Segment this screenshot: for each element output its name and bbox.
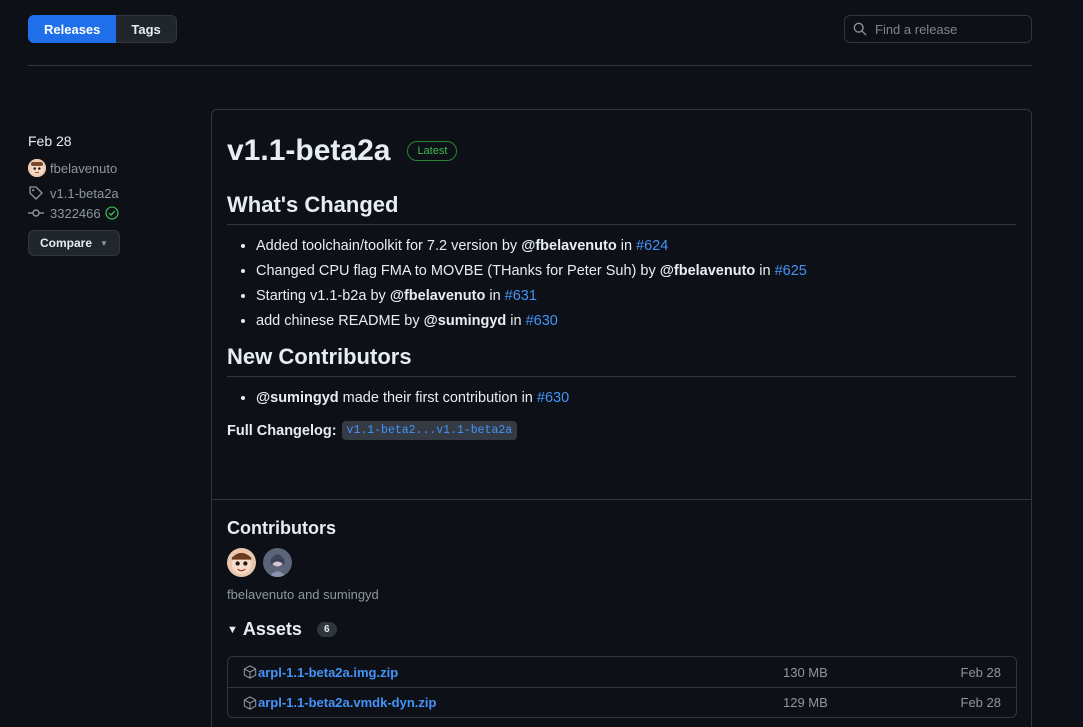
pr-link[interactable]: #630	[537, 390, 569, 406]
asset-link[interactable]: arpl-1.1-beta2a.img.zip	[258, 665, 783, 680]
compare-button[interactable]: Compare ▼	[28, 230, 120, 256]
tab-releases[interactable]: Releases	[28, 15, 117, 43]
avatar[interactable]	[263, 548, 292, 577]
list-item: Added toolchain/toolkit for 7.2 version …	[256, 237, 1016, 255]
full-changelog-label: Full Changelog:	[227, 422, 337, 439]
asset-size: 130 MB	[783, 664, 828, 680]
commit-row[interactable]: 3322466	[28, 205, 198, 221]
asset-size: 129 MB	[783, 695, 828, 710]
triangle-down-icon: ▼	[227, 623, 238, 636]
divider	[28, 65, 1032, 66]
contributor-names: fbelavenuto and sumingyd	[227, 587, 379, 602]
commit-link[interactable]: 3322466	[50, 206, 101, 221]
new-contributors-list: @sumingyd made their first contribution …	[227, 389, 1016, 407]
author-avatar[interactable]	[28, 159, 46, 177]
latest-badge: Latest	[407, 141, 458, 161]
list-item: Changed CPU flag FMA to MOVBE (THanks fo…	[256, 262, 1016, 280]
assets-toggle[interactable]: ▼ Assets 6	[227, 619, 1017, 640]
asset-row: arpl-1.1-beta2a.vmdk-dyn.zip 129 MB Feb …	[228, 687, 1016, 717]
asset-date: Feb 28	[960, 664, 1001, 680]
author-link[interactable]: fbelavenuto	[50, 161, 117, 176]
assets-list: arpl-1.1-beta2a.img.zip 130 MB Feb 28 ar…	[227, 656, 1017, 718]
search-input[interactable]	[875, 21, 1025, 37]
user-mention[interactable]: @sumingyd	[424, 313, 507, 329]
search-box[interactable]	[844, 15, 1032, 43]
release-card: v1.1-beta2a Latest What's Changed Added …	[211, 109, 1032, 727]
package-icon	[243, 695, 257, 710]
pr-link[interactable]: #631	[505, 288, 537, 304]
tab-tags[interactable]: Tags	[116, 15, 177, 43]
full-changelog-link[interactable]: v1.1-beta2...v1.1-beta2a	[341, 421, 518, 440]
changes-list: Added toolchain/toolkit for 7.2 version …	[227, 237, 1016, 330]
full-changelog: Full Changelog: v1.1-beta2...v1.1-beta2a	[227, 421, 1016, 440]
user-mention[interactable]: @sumingyd	[256, 390, 339, 406]
compare-label: Compare	[40, 236, 93, 250]
list-item: Starting v1.1-b2a by @fbelavenuto in #63…	[256, 287, 1016, 305]
assets-heading: Assets	[242, 619, 302, 639]
search-icon	[853, 22, 867, 36]
release-meta: Feb 28 fbelavenuto v1.1-beta2a 3322466 C…	[28, 133, 198, 256]
asset-row: arpl-1.1-beta2a.img.zip 130 MB Feb 28	[228, 657, 1016, 687]
list-item: @sumingyd made their first contribution …	[256, 389, 1016, 407]
user-mention[interactable]: @fbelavenuto	[390, 288, 486, 304]
release-date: Feb 28	[28, 133, 72, 149]
asset-link[interactable]: arpl-1.1-beta2a.vmdk-dyn.zip	[258, 695, 783, 710]
commit-icon	[28, 209, 44, 217]
chevron-down-icon: ▼	[100, 238, 108, 248]
divider	[212, 499, 1031, 500]
contributors-heading: Contributors	[227, 518, 336, 538]
package-icon	[243, 665, 257, 679]
contributor-avatars	[227, 548, 1017, 577]
verified-check-icon[interactable]	[105, 206, 119, 220]
pr-link[interactable]: #625	[775, 263, 807, 279]
tag-icon	[29, 186, 43, 200]
contributors-section: Contributors fbelavenuto and sumingyd ▼ …	[227, 518, 1017, 718]
whats-changed-heading: What's Changed	[227, 192, 1016, 225]
tag-link[interactable]: v1.1-beta2a	[50, 186, 119, 201]
asset-date: Feb 28	[960, 695, 1001, 710]
release-title[interactable]: v1.1-beta2a	[227, 134, 390, 168]
assets-count-badge: 6	[316, 622, 337, 637]
pr-link[interactable]: #630	[526, 313, 558, 329]
new-contributors-heading: New Contributors	[227, 344, 1016, 377]
release-tabs: Releases Tags	[28, 15, 177, 43]
avatar[interactable]	[227, 548, 256, 577]
tag-row[interactable]: v1.1-beta2a	[28, 185, 198, 201]
user-mention[interactable]: @fbelavenuto	[521, 238, 617, 254]
list-item: add chinese README by @sumingyd in #630	[256, 312, 1016, 330]
pr-link[interactable]: #624	[636, 238, 668, 254]
author-row[interactable]: fbelavenuto	[28, 159, 198, 177]
user-mention[interactable]: @fbelavenuto	[660, 263, 756, 279]
